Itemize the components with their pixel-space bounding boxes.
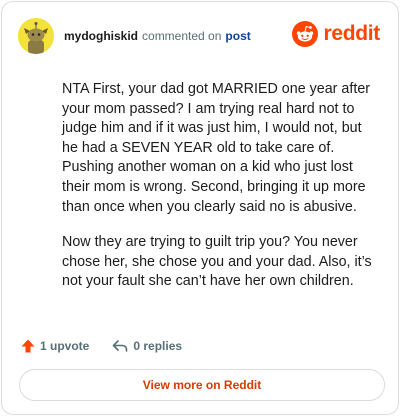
- byline: mydoghiskid commented on post: [64, 29, 251, 43]
- comment-paragraph-2: Now they are trying to guilt trip you? Y…: [62, 234, 372, 290]
- upvote-count: 1 upvote: [40, 339, 90, 353]
- view-more-button[interactable]: View more on Reddit: [19, 369, 385, 401]
- snoo-avatar-icon: [18, 18, 54, 54]
- comment-paragraph-1: NTA First, your dad got MARRIED one year…: [62, 81, 371, 215]
- post-link[interactable]: post: [225, 29, 250, 43]
- reddit-logo-icon: [292, 21, 319, 47]
- comment-actions: 1 upvote 0 replies: [20, 336, 182, 356]
- embedded-comment-card: mydoghiskid commented on post reddit NTA…: [1, 1, 399, 415]
- comment-body: NTA First, your dad got MARRIED one year…: [62, 80, 380, 308]
- upvote-button[interactable]: 1 upvote: [20, 338, 89, 354]
- reddit-brand[interactable]: reddit: [292, 21, 380, 47]
- comment-header: mydoghiskid commented on post reddit: [18, 16, 382, 56]
- username-link[interactable]: mydoghiskid: [64, 29, 138, 43]
- replies-count: 0 replies: [133, 339, 183, 353]
- reply-arrow-icon: [113, 340, 128, 352]
- reddit-wordmark: reddit: [323, 22, 380, 45]
- replies-button[interactable]: 0 replies: [111, 338, 182, 354]
- action-text: commented on: [142, 29, 222, 43]
- user-avatar[interactable]: [18, 18, 54, 54]
- upvote-arrow-icon: [21, 339, 35, 353]
